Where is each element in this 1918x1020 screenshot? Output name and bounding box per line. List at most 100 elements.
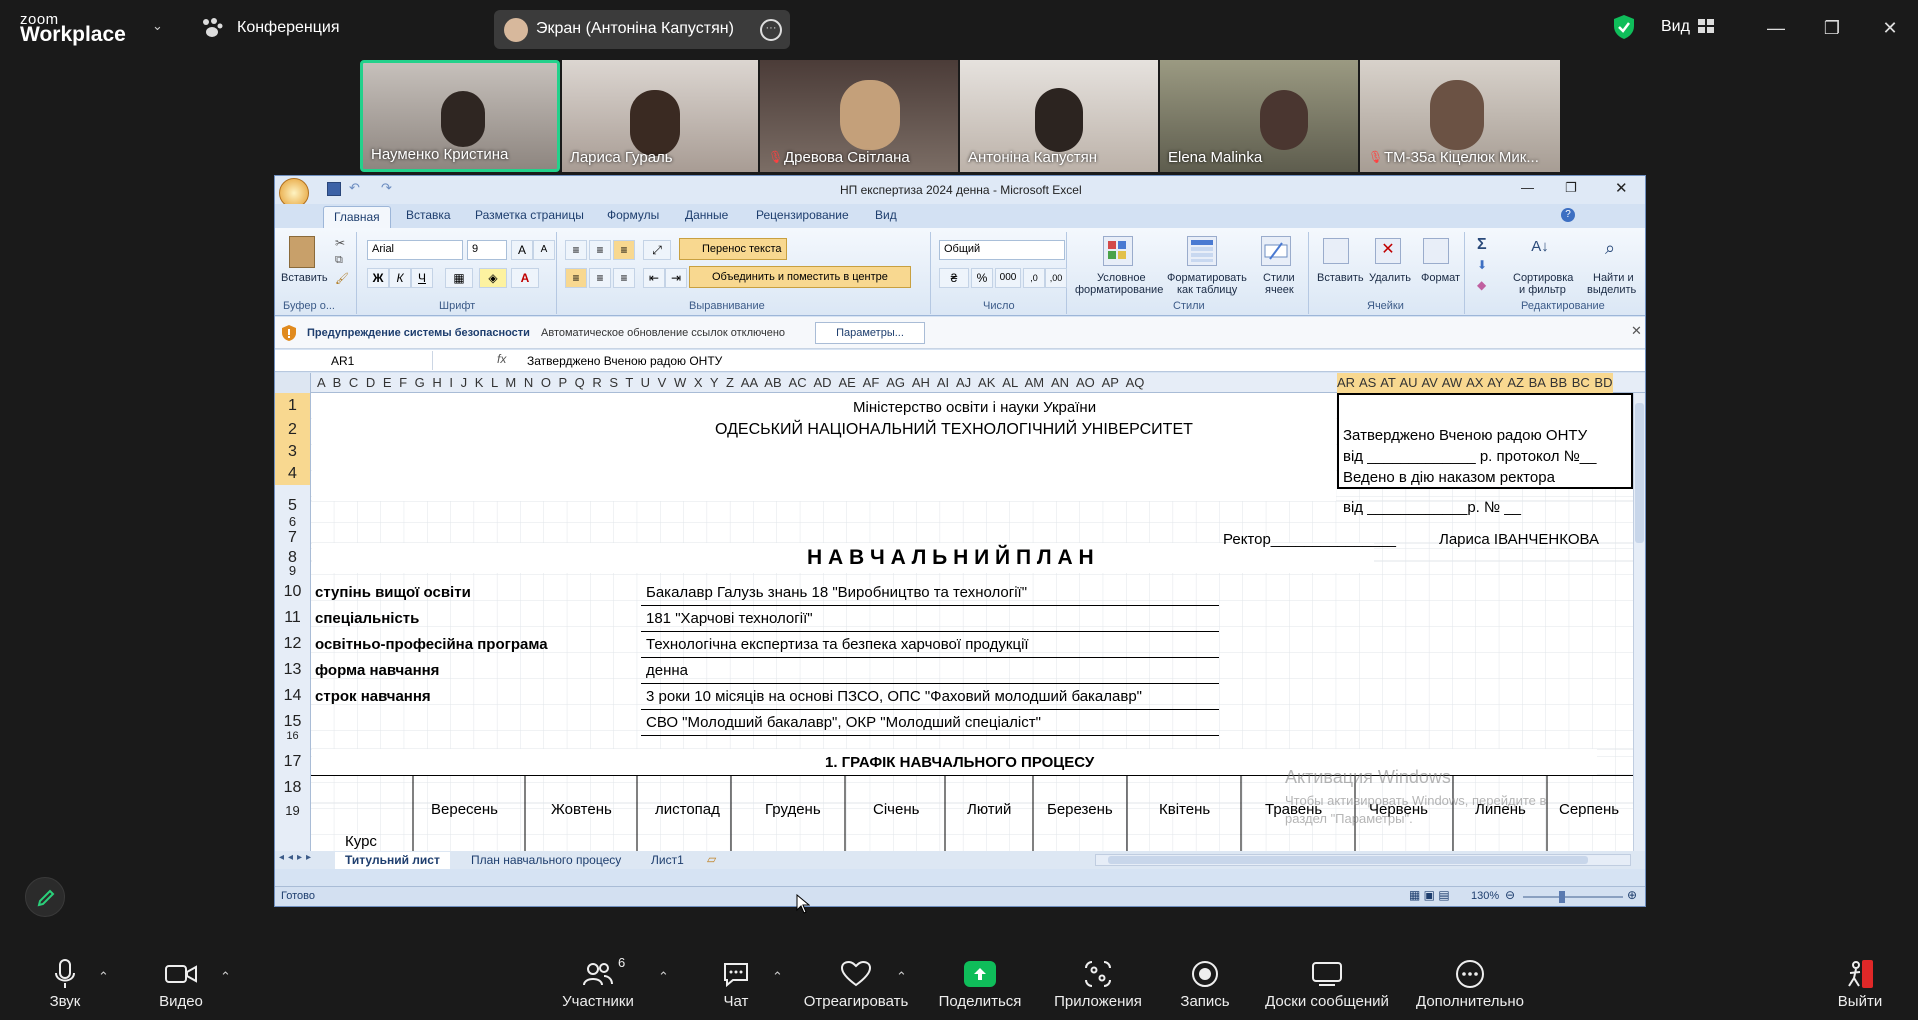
cell-plan-title[interactable]: Н А В Ч А Л Ь Н И Й П Л А Н xyxy=(807,546,1094,570)
cell-month[interactable]: Серпень xyxy=(1559,801,1619,818)
find-label-2[interactable]: выделить xyxy=(1587,284,1636,296)
percent-button[interactable]: % xyxy=(971,268,993,288)
cell-r12-value[interactable]: Технологічна експертиза та безпека харчо… xyxy=(646,636,1029,653)
cell-course[interactable]: Курс xyxy=(345,833,377,850)
font-size-select[interactable]: 9 xyxy=(467,240,507,260)
participants-button[interactable]: 6 Участники xyxy=(552,947,644,1020)
row-number[interactable]: 16 xyxy=(275,730,310,742)
cell-month[interactable]: Квітень xyxy=(1159,801,1210,818)
minimize-icon[interactable]: — xyxy=(1762,14,1790,42)
cell-rector[interactable]: Ректор_______________ xyxy=(1223,531,1396,548)
chat-button[interactable]: Чат xyxy=(706,947,766,1020)
row-number[interactable]: 5 xyxy=(275,497,310,515)
increase-decimal-icon[interactable]: ,0 xyxy=(1023,268,1045,288)
cell-order-date[interactable]: від ____________р. № __ xyxy=(1343,499,1521,516)
borders-icon[interactable]: ▦ xyxy=(445,268,473,288)
cond-format-label-2[interactable]: форматирование xyxy=(1075,284,1163,296)
cell-r11-value[interactable]: 181 "Харчові технології" xyxy=(646,610,813,627)
row-number[interactable]: 11 xyxy=(275,609,310,627)
row-number[interactable]: 19 xyxy=(275,803,310,818)
row-number[interactable]: 10 xyxy=(275,583,310,601)
align-middle-icon[interactable]: ≡ xyxy=(589,240,611,260)
format-table-icon[interactable] xyxy=(1187,236,1217,266)
worksheet-grid[interactable]: 1 2 3 4 5 6 7 8 9 10 11 12 13 14 15 16 1… xyxy=(275,393,1633,851)
annotate-button[interactable] xyxy=(25,877,65,917)
close-icon[interactable]: ✕ xyxy=(1631,323,1642,339)
sort-label-1[interactable]: Сортировка xyxy=(1513,272,1573,284)
cut-icon[interactable]: ✂ xyxy=(335,236,345,250)
align-right-icon[interactable]: ≡ xyxy=(613,268,635,288)
name-box[interactable]: AR1 xyxy=(277,351,433,370)
zoom-slider[interactable] xyxy=(1523,896,1623,898)
more-button[interactable]: Дополнительно xyxy=(1408,947,1532,1020)
conditional-format-icon[interactable] xyxy=(1103,236,1133,266)
paste-button[interactable]: Вставить xyxy=(281,272,328,284)
selected-column-letters[interactable]: AR AS AT AU AV AW AX AY AZ BA BB BC BD xyxy=(1337,373,1613,393)
participant-tile[interactable]: 🎙 ТМ-35а Кіцелюк Мик... xyxy=(1360,60,1560,172)
row-number[interactable]: 3 xyxy=(275,441,310,463)
align-center-icon[interactable]: ≡ xyxy=(589,268,611,288)
zoom-slider-handle[interactable] xyxy=(1559,891,1565,903)
tab-data[interactable]: Данные xyxy=(685,208,728,222)
align-left-icon[interactable]: ≡ xyxy=(565,268,587,288)
video-button[interactable]: Видео xyxy=(148,947,214,1020)
cell-rector-name[interactable]: Лариса ІВАНЧЕНКОВА xyxy=(1439,531,1599,548)
number-format-select[interactable]: Общий xyxy=(939,240,1065,260)
row-number[interactable]: 17 xyxy=(275,753,310,771)
clear-icon[interactable]: ◆ xyxy=(1477,278,1486,292)
security-options-button[interactable]: Параметры... xyxy=(815,322,925,344)
thousands-button[interactable]: 000 xyxy=(995,268,1021,288)
restore-icon[interactable]: ❐ xyxy=(1565,180,1577,196)
formula-input[interactable]: Затверджено Вченою радою ОНТУ xyxy=(527,354,722,368)
paste-icon[interactable] xyxy=(289,236,315,268)
increase-indent-icon[interactable]: ⇥ xyxy=(665,268,687,288)
grow-font-icon[interactable]: A xyxy=(511,240,533,260)
conference-label[interactable]: Конференция xyxy=(237,19,340,37)
participant-tile[interactable]: Лариса Гураль xyxy=(562,60,758,172)
cell-r14-label[interactable]: строк навчання xyxy=(315,688,431,705)
italic-button[interactable]: К xyxy=(389,268,411,288)
copy-icon[interactable]: ⧉ xyxy=(335,254,343,267)
sheet-nav-arrows-icon[interactable]: ◂◂▸▸ xyxy=(279,852,315,863)
paw-icon[interactable] xyxy=(200,17,224,39)
sort-label-2[interactable]: и фильтр xyxy=(1519,284,1566,296)
tab-page-layout[interactable]: Разметка страницы xyxy=(475,208,584,222)
participant-tile[interactable]: Elena Malinka xyxy=(1160,60,1358,172)
more-options-icon[interactable]: ··· xyxy=(760,19,782,41)
audio-options-caret-icon[interactable]: ⌃ xyxy=(98,969,109,985)
zoom-level[interactable]: 130% xyxy=(1471,890,1499,902)
format-cells-icon[interactable] xyxy=(1423,238,1449,264)
horizontal-scrollbar[interactable] xyxy=(1095,854,1631,866)
row-number[interactable]: 6 xyxy=(275,514,310,529)
new-sheet-icon[interactable]: ▱ xyxy=(707,852,716,866)
tab-view[interactable]: Вид xyxy=(875,208,897,222)
decrease-indent-icon[interactable]: ⇤ xyxy=(643,268,665,288)
zoom-out-icon[interactable]: ⊖ xyxy=(1505,888,1515,902)
scrollbar-thumb[interactable] xyxy=(1635,403,1644,543)
sheet-tab-list1[interactable]: Лист1 xyxy=(651,853,684,867)
leave-button[interactable]: Выйти xyxy=(1830,947,1890,1020)
decrease-decimal-icon[interactable]: ,00 xyxy=(1045,268,1067,288)
record-button[interactable]: Запись xyxy=(1170,947,1240,1020)
wrap-text-button[interactable]: Перенос текста xyxy=(679,238,787,260)
delete-cells-icon[interactable]: ✕ xyxy=(1375,238,1401,264)
cell-month[interactable]: Грудень xyxy=(765,801,821,818)
tab-home[interactable]: Главная xyxy=(323,206,391,228)
cell-r10-value[interactable]: Бакалавр Галузь знань 18 "Виробництво та… xyxy=(646,584,1027,601)
undo-icon[interactable]: ↶ xyxy=(349,180,360,196)
close-icon[interactable]: ✕ xyxy=(1876,14,1904,42)
cell-ministry[interactable]: Міністерство освіти і науки України xyxy=(853,399,1096,416)
participants-options-caret-icon[interactable]: ⌃ xyxy=(658,969,669,985)
cell-styles-icon[interactable] xyxy=(1261,236,1291,266)
cell-r10-label[interactable]: ступінь вищої освіти xyxy=(315,584,471,601)
row-number[interactable]: 18 xyxy=(275,779,310,797)
row-number[interactable]: 4 xyxy=(275,463,310,485)
scrollbar-thumb[interactable] xyxy=(1108,856,1588,864)
help-icon[interactable]: ? xyxy=(1561,208,1575,222)
format-table-label-1[interactable]: Форматировать xyxy=(1167,272,1247,284)
autosum-button[interactable]: Σ xyxy=(1477,236,1487,254)
share-button[interactable]: Поделиться xyxy=(936,947,1024,1020)
redo-icon[interactable]: ↷ xyxy=(381,180,392,196)
shield-check-icon[interactable] xyxy=(1612,14,1636,40)
chevron-down-icon[interactable]: ⌄ xyxy=(152,18,163,34)
